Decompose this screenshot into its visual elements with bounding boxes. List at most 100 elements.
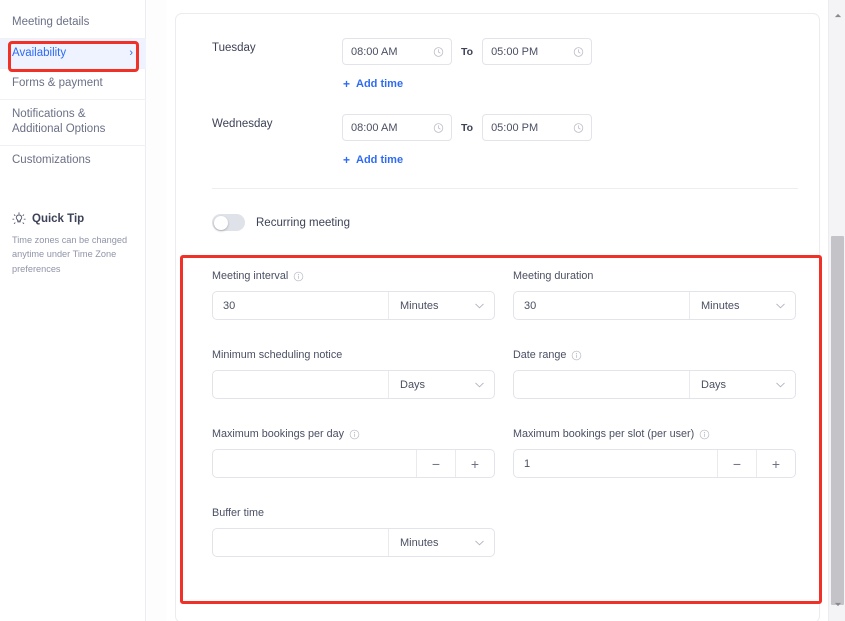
minimum-scheduling-notice-label: Minimum scheduling notice <box>212 349 343 361</box>
maximum-bookings-per-day-label: Maximum bookings per day <box>212 428 345 440</box>
caret-down-icon <box>834 602 841 607</box>
plus-icon: + <box>343 77 351 91</box>
date-range-field: Date range Days <box>513 349 796 399</box>
meeting-interval-field: Meeting interval 30 Minutes <box>212 270 495 320</box>
date-range-input[interactable] <box>514 371 689 398</box>
sidebar-item-notifications[interactable]: Notifications & Additional Options <box>0 98 146 145</box>
sidebar-nav-list: Meeting details Availability › Forms & p… <box>0 8 146 175</box>
clock-icon[interactable] <box>573 122 584 133</box>
meeting-interval-input[interactable]: 30 <box>213 292 388 319</box>
recurring-meeting-toggle[interactable] <box>212 214 245 231</box>
start-time-input[interactable]: 08:00 AM <box>342 38 452 65</box>
vertical-scrollbar[interactable] <box>828 0 845 621</box>
maximum-bookings-per-slot-field: Maximum bookings per slot (per user) 1 −… <box>513 428 796 478</box>
chevron-down-icon <box>776 303 785 308</box>
increment-button[interactable]: + <box>455 450 494 477</box>
form-row: Maximum bookings per day − + Maximum boo… <box>176 428 821 507</box>
day-time-range: 08:00 AM To 05:00 PM <box>342 114 593 141</box>
buffer-time-label-wrap: Buffer time <box>212 507 495 519</box>
add-time-button[interactable]: + Add time <box>343 153 403 167</box>
chevron-down-icon <box>475 303 484 308</box>
minimum-scheduling-notice-unit-select[interactable]: Days <box>388 371 494 398</box>
sidebar-item-label: Availability <box>12 46 67 59</box>
info-icon[interactable] <box>293 271 304 282</box>
maximum-bookings-per-slot-stepper: 1 − + <box>513 449 796 478</box>
decrement-button[interactable]: − <box>416 450 455 477</box>
maximum-bookings-per-day-input[interactable] <box>213 450 416 477</box>
end-time-value: 05:00 PM <box>491 121 539 134</box>
meeting-interval-control: 30 Minutes <box>212 291 495 320</box>
meeting-duration-unit-select[interactable]: Minutes <box>689 292 795 319</box>
sidebar-item-customizations[interactable]: Customizations <box>0 144 146 176</box>
buffer-time-label: Buffer time <box>212 507 265 519</box>
buffer-time-field: Buffer time Minutes <box>212 507 495 557</box>
chevron-down-icon <box>776 382 785 387</box>
clock-icon[interactable] <box>433 122 444 133</box>
info-icon[interactable] <box>699 429 710 440</box>
date-range-control: Days <box>513 370 796 399</box>
increment-button[interactable]: + <box>756 450 795 477</box>
chevron-down-icon <box>475 382 484 387</box>
buffer-time-unit-value: Minutes <box>400 536 439 549</box>
maximum-bookings-per-day-label-wrap: Maximum bookings per day <box>212 428 495 440</box>
day-name: Wednesday <box>212 118 273 130</box>
app-root: Meeting details Availability › Forms & p… <box>0 0 845 621</box>
day-time-range: 08:00 AM To 05:00 PM <box>342 38 593 65</box>
add-time-label: Add time <box>356 154 404 166</box>
form-row: Minimum scheduling notice Days Date rang… <box>176 349 821 428</box>
sidebar-item-label: Notifications & Additional Options <box>12 107 106 136</box>
clock-icon[interactable] <box>573 46 584 57</box>
minimum-scheduling-notice-control: Days <box>212 370 495 399</box>
start-time-value: 08:00 AM <box>351 45 398 58</box>
form-row: Buffer time Minutes <box>176 507 821 586</box>
recurring-meeting-label: Recurring meeting <box>256 216 350 229</box>
availability-card: Tuesday 08:00 AM To 05:00 PM + Add time … <box>175 13 820 621</box>
start-time-value: 08:00 AM <box>351 121 398 134</box>
section-divider <box>212 188 798 189</box>
end-time-input[interactable]: 05:00 PM <box>482 114 593 141</box>
scroll-up-button[interactable] <box>829 7 845 24</box>
meeting-duration-unit-value: Minutes <box>701 299 740 312</box>
minimum-scheduling-notice-input[interactable] <box>213 371 388 398</box>
meeting-interval-label-wrap: Meeting interval <box>212 270 495 282</box>
date-range-label: Date range <box>513 349 567 361</box>
date-range-unit-select[interactable]: Days <box>689 371 795 398</box>
meeting-interval-label: Meeting interval <box>212 270 289 282</box>
quick-tip-panel: Quick Tip Time zones can be changed anyt… <box>12 212 144 276</box>
minimum-scheduling-notice-unit-value: Days <box>400 378 426 391</box>
buffer-time-input[interactable] <box>213 529 388 556</box>
sidebar-item-meeting-details[interactable]: Meeting details <box>0 8 146 38</box>
info-icon[interactable] <box>349 429 360 440</box>
maximum-bookings-per-slot-label: Maximum bookings per slot (per user) <box>513 428 695 440</box>
meeting-duration-label-wrap: Meeting duration <box>513 270 796 282</box>
day-name: Tuesday <box>212 42 256 54</box>
add-time-button[interactable]: + Add time <box>343 77 403 91</box>
meeting-interval-unit-value: Minutes <box>400 299 439 312</box>
sidebar-item-forms-payment[interactable]: Forms & payment <box>0 68 146 99</box>
clock-icon[interactable] <box>433 46 444 57</box>
buffer-time-unit-select[interactable]: Minutes <box>388 529 494 556</box>
time-range-separator: To <box>461 121 474 134</box>
start-time-input[interactable]: 08:00 AM <box>342 114 452 141</box>
date-range-unit-value: Days <box>701 378 727 391</box>
buffer-time-control: Minutes <box>212 528 495 557</box>
minimum-scheduling-notice-label-wrap: Minimum scheduling notice <box>212 349 495 361</box>
scrollbar-thumb[interactable] <box>831 236 844 605</box>
toggle-knob <box>213 215 228 230</box>
sidebar-item-availability[interactable]: Availability › <box>0 37 146 69</box>
meeting-interval-unit-select[interactable]: Minutes <box>388 292 494 319</box>
date-range-label-wrap: Date range <box>513 349 796 361</box>
info-icon[interactable] <box>571 350 582 361</box>
sidebar-item-label: Forms & payment <box>12 77 103 90</box>
caret-up-icon <box>834 13 841 18</box>
decrement-button[interactable]: − <box>717 450 756 477</box>
scroll-down-button[interactable] <box>829 596 845 613</box>
maximum-bookings-per-day-field: Maximum bookings per day − + <box>212 428 495 478</box>
meeting-duration-input[interactable]: 30 <box>514 292 689 319</box>
meeting-duration-label: Meeting duration <box>513 270 594 282</box>
settings-sidebar: Meeting details Availability › Forms & p… <box>0 0 146 621</box>
chevron-right-icon: › <box>129 46 133 59</box>
form-row: Meeting interval 30 Minutes Meeting dura… <box>176 270 821 349</box>
maximum-bookings-per-slot-input[interactable]: 1 <box>514 450 717 477</box>
end-time-input[interactable]: 05:00 PM <box>482 38 593 65</box>
